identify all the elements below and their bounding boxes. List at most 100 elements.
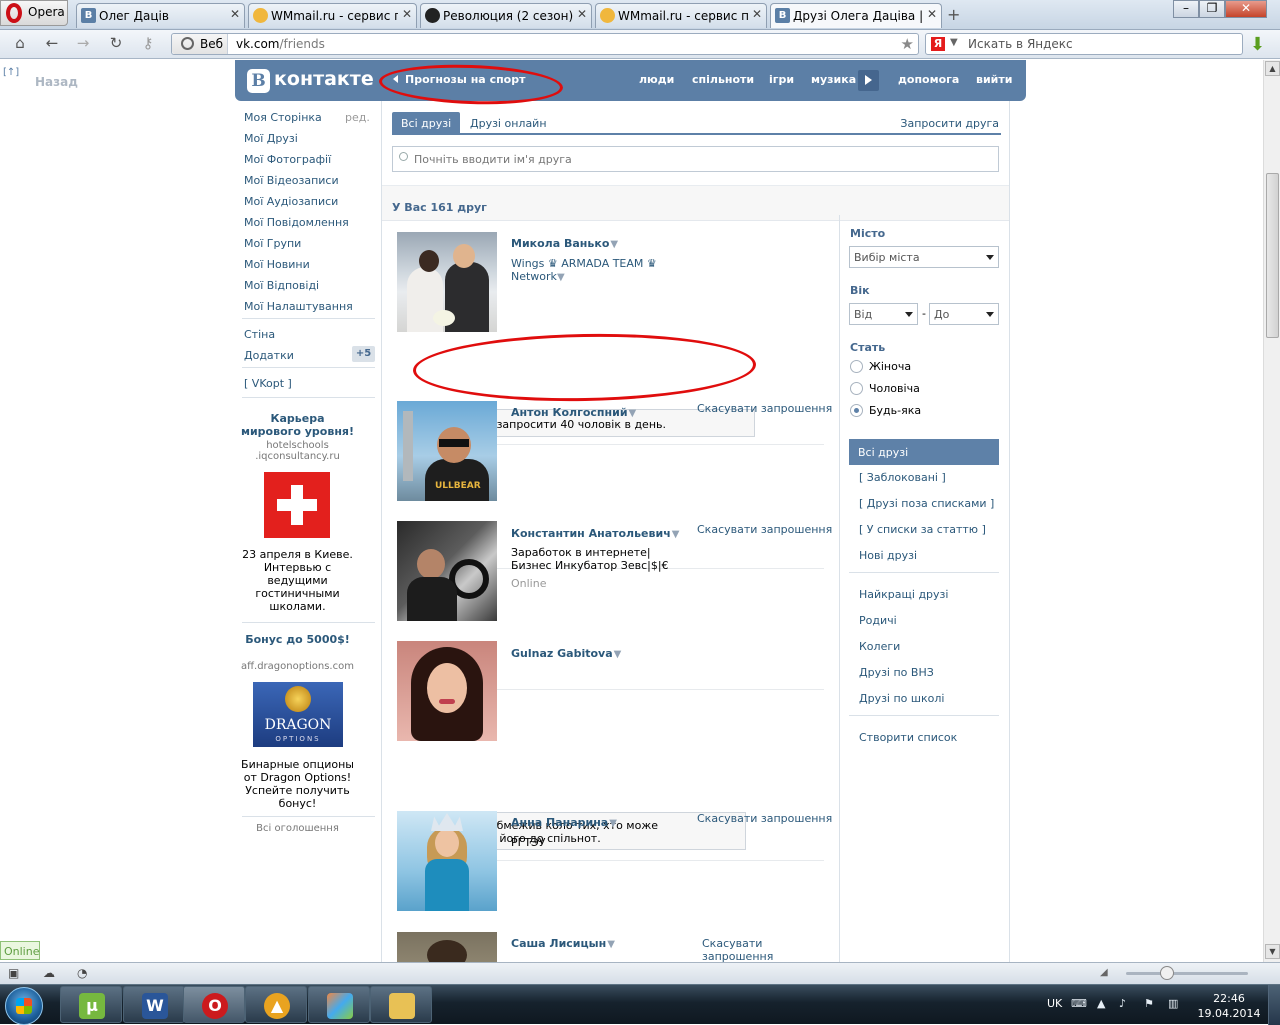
opera-unite-cloud-icon[interactable]: ☁ xyxy=(43,966,59,980)
sex-option-label[interactable]: Чоловіча xyxy=(869,382,920,395)
list-colleagues[interactable]: Колеги xyxy=(859,640,900,653)
volume-icon[interactable]: ♪ xyxy=(1119,997,1133,1011)
back-link[interactable]: Назад xyxy=(35,75,78,89)
apps-count-badge[interactable]: +5 xyxy=(352,346,375,362)
action-center-flag-icon[interactable]: ⚑ xyxy=(1144,997,1158,1011)
friend-name[interactable]: Gulnaz Gabitova▼ xyxy=(511,647,621,660)
friend-avatar[interactable] xyxy=(397,232,497,332)
yandex-search-field[interactable]: Я ▼ Искать в Яндекс xyxy=(925,33,1243,55)
new-tab-plus-icon[interactable]: + xyxy=(947,5,960,24)
friend-avatar[interactable]: ULLBEAR xyxy=(397,401,497,501)
browser-tab-1[interactable]: B Олег Даців ✕ xyxy=(76,3,245,28)
forward-arrow-icon[interactable]: → xyxy=(72,34,94,54)
friend-name[interactable]: Константин Анатольевич▼ xyxy=(511,527,679,540)
friend-avatar[interactable] xyxy=(397,811,497,911)
friend-name[interactable]: Анна Панарина▼ xyxy=(511,816,617,829)
dropdown-arrow-icon[interactable]: ▼ xyxy=(672,529,680,540)
list-unlisted[interactable]: [ Друзі поза списками ] xyxy=(859,497,994,510)
list-blocked[interactable]: [ Заблоковані ] xyxy=(859,471,946,484)
tab-close-icon[interactable]: ✕ xyxy=(230,7,240,21)
bookmark-star-icon[interactable]: ★ xyxy=(901,35,914,53)
list-new-friends[interactable]: Нові друзі xyxy=(859,549,917,562)
menu-logout[interactable]: вийти xyxy=(976,73,1012,86)
menu-more-button[interactable] xyxy=(858,70,879,91)
zoom-slider-thumb[interactable] xyxy=(1160,966,1174,980)
ad-domain[interactable]: hotelschools .iqconsultancy.ru xyxy=(240,440,355,462)
sidebar-item-videos[interactable]: Мої Відеозаписи xyxy=(244,174,339,187)
browser-tab-3[interactable]: Революция (2 сезон) с... ✕ xyxy=(420,3,592,28)
page-scrollbar[interactable]: ▲ ▼ xyxy=(1263,60,1280,962)
speed-dial-gauge-icon[interactable]: ◔ xyxy=(77,966,93,980)
taskbar-explorer[interactable] xyxy=(370,986,432,1023)
all-ads-link[interactable]: Всі оголошення xyxy=(240,823,355,834)
list-university-friends[interactable]: Друзі по ВНЗ xyxy=(859,666,934,679)
dropdown-arrow-icon[interactable]: ▼ xyxy=(629,408,637,419)
tab-close-icon[interactable]: ✕ xyxy=(752,7,762,21)
window-close-button[interactable]: ✕ xyxy=(1225,0,1267,18)
friend-avatar[interactable] xyxy=(397,932,497,962)
start-button[interactable] xyxy=(5,987,43,1025)
cancel-invitation-link[interactable]: Скасувати запрошення xyxy=(697,523,832,536)
sex-option-label[interactable]: Будь-яка xyxy=(869,404,921,417)
friend-name[interactable]: Саша Лисицын▼ xyxy=(511,937,615,950)
list-best-friends[interactable]: Найкращі друзі xyxy=(859,588,948,601)
dropdown-arrow-icon[interactable]: ▼ xyxy=(557,272,565,283)
sidebar-item-answers[interactable]: Мої Відповіді xyxy=(244,279,319,292)
minimize-button[interactable]: – xyxy=(1173,0,1199,18)
download-arrow-icon[interactable]: ⬇ xyxy=(1250,34,1268,55)
tray-expand-icon[interactable]: ▲ xyxy=(1097,997,1111,1011)
sidebar-item-wall[interactable]: Стіна xyxy=(244,328,275,341)
invite-friend-link[interactable]: Запросити друга xyxy=(900,112,999,135)
keyboard-icon[interactable]: ⌨ xyxy=(1071,997,1087,1011)
ad-swiss-flag-image[interactable] xyxy=(264,472,330,538)
ad-title[interactable]: Бонус до 5000$! xyxy=(240,633,355,646)
back-arrow-icon[interactable]: ← xyxy=(41,34,63,54)
browser-tab-4[interactable]: WMmail.ru - сервис п... ✕ xyxy=(595,3,767,28)
network-icon[interactable]: ▥ xyxy=(1168,997,1182,1011)
cancel-invitation-link[interactable]: Скасувати запрошення xyxy=(697,402,832,415)
scroll-down-arrow-icon[interactable]: ▼ xyxy=(1265,944,1280,959)
menu-games[interactable]: ігри xyxy=(769,73,794,86)
tab-close-icon[interactable]: ✕ xyxy=(402,7,412,21)
sidebar-item-groups[interactable]: Мої Групи xyxy=(244,237,301,250)
sidebar-item-settings[interactable]: Мої Налаштування xyxy=(244,300,353,313)
sidebar-item-audio[interactable]: Мої Аудіозаписи xyxy=(244,195,338,208)
tab-close-icon[interactable]: ✕ xyxy=(927,7,937,21)
ad-title[interactable]: Карьера мирового уровня! xyxy=(240,412,355,438)
scroll-up-link[interactable]: [↑] xyxy=(3,67,19,78)
create-list-link[interactable]: Створити список xyxy=(859,731,957,744)
scroll-up-arrow-icon[interactable]: ▲ xyxy=(1265,61,1280,76)
ad-domain[interactable]: aff.dragonoptions.com xyxy=(240,661,355,672)
taskbar-aimp[interactable]: ▲ xyxy=(245,986,307,1023)
edit-link[interactable]: ред. xyxy=(345,111,370,124)
sex-radio-female[interactable] xyxy=(850,360,863,373)
age-from-select[interactable]: Від xyxy=(849,303,918,325)
search-engine-dropdown-icon[interactable]: ▼ xyxy=(950,37,958,48)
friend-avatar[interactable] xyxy=(397,521,497,621)
list-relatives[interactable]: Родичі xyxy=(859,614,897,627)
menu-music[interactable]: музика xyxy=(811,73,856,86)
city-select[interactable]: Вибір міста xyxy=(849,246,999,268)
menu-communities[interactable]: спільноти xyxy=(692,73,754,86)
dropdown-arrow-icon[interactable]: ▼ xyxy=(609,818,617,829)
ad-text[interactable]: 23 апреля в Киеве. Интервью с ведущими г… xyxy=(235,548,360,613)
cancel-invitation-link[interactable]: Скасувати запрошення xyxy=(702,937,782,962)
ad-dragon-options-image[interactable]: DRAGON OPTIONS xyxy=(253,682,343,747)
scroll-thumb[interactable] xyxy=(1266,173,1279,338)
browser-tab-2[interactable]: WMmail.ru - сервис п... ✕ xyxy=(248,3,417,28)
sidebar-item-apps[interactable]: Додатки xyxy=(244,349,294,362)
zoom-slider-track[interactable] xyxy=(1126,972,1248,975)
list-all-friends[interactable]: Всі друзі xyxy=(849,439,999,465)
sidebar-item-messages[interactable]: Мої Повідомлення xyxy=(244,216,349,229)
friend-avatar[interactable] xyxy=(397,641,497,741)
friend-name[interactable]: Микола Ванько▼ xyxy=(511,237,618,250)
list-school-friends[interactable]: Друзі по школі xyxy=(859,692,944,705)
menu-help[interactable]: допомога xyxy=(898,73,959,86)
web-badge[interactable]: Веб xyxy=(172,34,228,54)
list-by-sex[interactable]: [ У списки за статтю ] xyxy=(859,523,986,536)
key-icon[interactable]: ⚷ xyxy=(137,34,159,54)
sidebar-item-friends[interactable]: Мої Друзі xyxy=(244,132,298,145)
maximize-button[interactable]: ❐ xyxy=(1199,0,1225,18)
ad-text[interactable]: Бинарные опционы от Dragon Options! Успе… xyxy=(235,758,360,810)
browser-tab-5-active[interactable]: B Друзі Олега Даціва | 1... ✕ xyxy=(770,3,942,28)
